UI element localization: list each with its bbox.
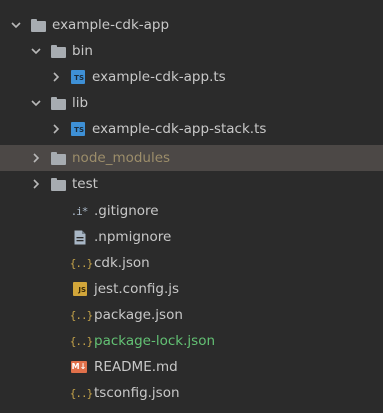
tree-item-example-cdk-app-ts[interactable]: TS example-cdk-app.ts <box>0 64 383 90</box>
tree-item-cdk-json[interactable]: {..} cdk.json <box>0 250 383 276</box>
json-file-icon: {..} <box>69 334 93 348</box>
tree-item-gitignore[interactable]: .i* .gitignore <box>0 198 383 224</box>
ignore-file-icon: .i* <box>70 204 89 218</box>
json-file-icon: {..} <box>69 308 93 322</box>
tree-item-jest-config-js[interactable]: JS jest.config.js <box>0 276 383 302</box>
tree-item-label: example-cdk-app <box>52 17 170 33</box>
tree-item-label: node_modules <box>72 150 171 166</box>
chevron-right-icon[interactable] <box>51 72 61 82</box>
tree-item-label: example-cdk-app.ts <box>92 69 226 85</box>
typescript-file-icon: TS <box>70 69 86 85</box>
tree-item-label: package.json <box>94 307 183 323</box>
tree-item-label: bin <box>72 43 93 59</box>
json-file-icon: {..} <box>69 256 93 270</box>
typescript-file-icon: TS <box>70 121 86 137</box>
tree-item-example-cdk-app-stack-ts[interactable]: TS example-cdk-app-stack.ts <box>0 116 383 142</box>
chevron-right-icon[interactable] <box>31 153 41 163</box>
project-tree: example-cdk-app bin TS example-cdk-app.t… <box>0 0 383 413</box>
tree-item-node-modules[interactable]: node_modules <box>0 145 383 171</box>
folder-icon <box>50 150 66 166</box>
tree-item-label: package-lock.json <box>94 333 216 349</box>
folder-icon <box>50 43 66 59</box>
tree-item-readme-md[interactable]: M↓ README.md <box>0 354 383 380</box>
tree-item-label: cdk.json <box>94 255 150 271</box>
tree-item-test[interactable]: test <box>0 171 383 197</box>
tree-item-label: jest.config.js <box>94 281 180 297</box>
tree-item-label: test <box>72 176 98 192</box>
javascript-file-icon: JS <box>72 281 88 297</box>
tree-item-label: .npmignore <box>94 229 172 245</box>
tree-item-label: tsconfig.json <box>94 385 180 401</box>
tree-item-package-json[interactable]: {..} package.json <box>0 302 383 328</box>
tree-item-package-lock-json[interactable]: {..} package-lock.json <box>0 328 383 354</box>
tree-item-npmignore[interactable]: .npmignore <box>0 224 383 250</box>
tree-item-tsconfig-json[interactable]: {..} tsconfig.json <box>0 380 383 406</box>
tree-item-bin[interactable]: bin <box>0 38 383 64</box>
chevron-right-icon[interactable] <box>31 179 41 189</box>
chevron-right-icon[interactable] <box>51 124 61 134</box>
chevron-down-icon[interactable] <box>31 98 41 108</box>
tree-item-label: README.md <box>94 359 178 375</box>
folder-icon <box>30 17 46 33</box>
folder-icon <box>50 95 66 111</box>
folder-icon <box>50 176 66 192</box>
json-file-icon: {..} <box>69 386 93 400</box>
tree-item-example-cdk-app[interactable]: example-cdk-app <box>0 12 383 38</box>
chevron-down-icon[interactable] <box>11 20 21 30</box>
tree-item-label: example-cdk-app-stack.ts <box>92 121 267 137</box>
markdown-file-icon: M↓ <box>71 361 87 373</box>
text-file-icon <box>72 229 88 245</box>
tree-item-label: .gitignore <box>94 203 159 219</box>
tree-item-lib[interactable]: lib <box>0 90 383 116</box>
chevron-down-icon[interactable] <box>31 46 41 56</box>
tree-item-label: lib <box>72 95 89 111</box>
